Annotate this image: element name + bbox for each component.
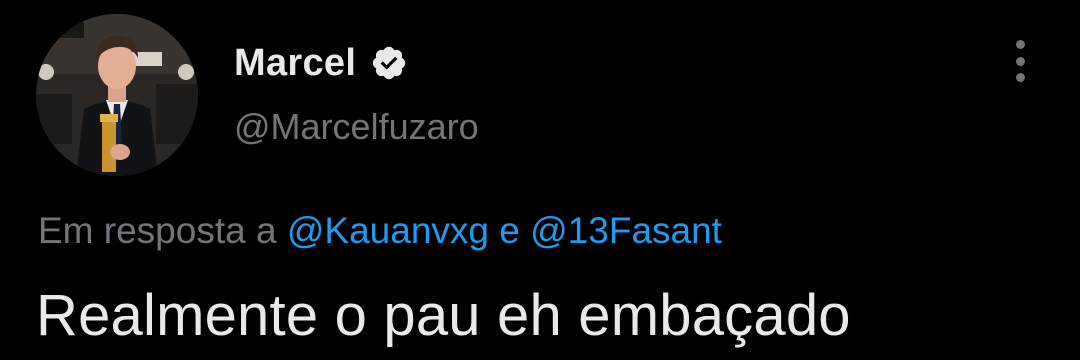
reply-prefix: Em resposta a xyxy=(38,210,277,251)
mention-link-1[interactable]: @Kauanvxg xyxy=(287,210,489,251)
author-handle[interactable]: @Marcelfuzaro xyxy=(234,106,479,148)
reply-context: Em resposta a @Kauanvxg e @13Fasant xyxy=(38,210,722,252)
tweet-text: Realmente o pau eh embaçado xyxy=(36,283,851,348)
author-display-name[interactable]: Marcel xyxy=(234,42,356,85)
dot xyxy=(1015,56,1025,66)
dot xyxy=(1015,73,1025,82)
reply-conjunction: e xyxy=(499,210,520,251)
avatar[interactable] xyxy=(36,14,198,176)
author-name-row: Marcel xyxy=(234,38,408,88)
mention-link-2[interactable]: @13Fasant xyxy=(530,210,722,251)
profile-photo xyxy=(36,14,198,176)
verified-badge-icon xyxy=(370,44,408,82)
more-options-icon[interactable] xyxy=(1004,40,1036,82)
dot xyxy=(1015,40,1025,49)
